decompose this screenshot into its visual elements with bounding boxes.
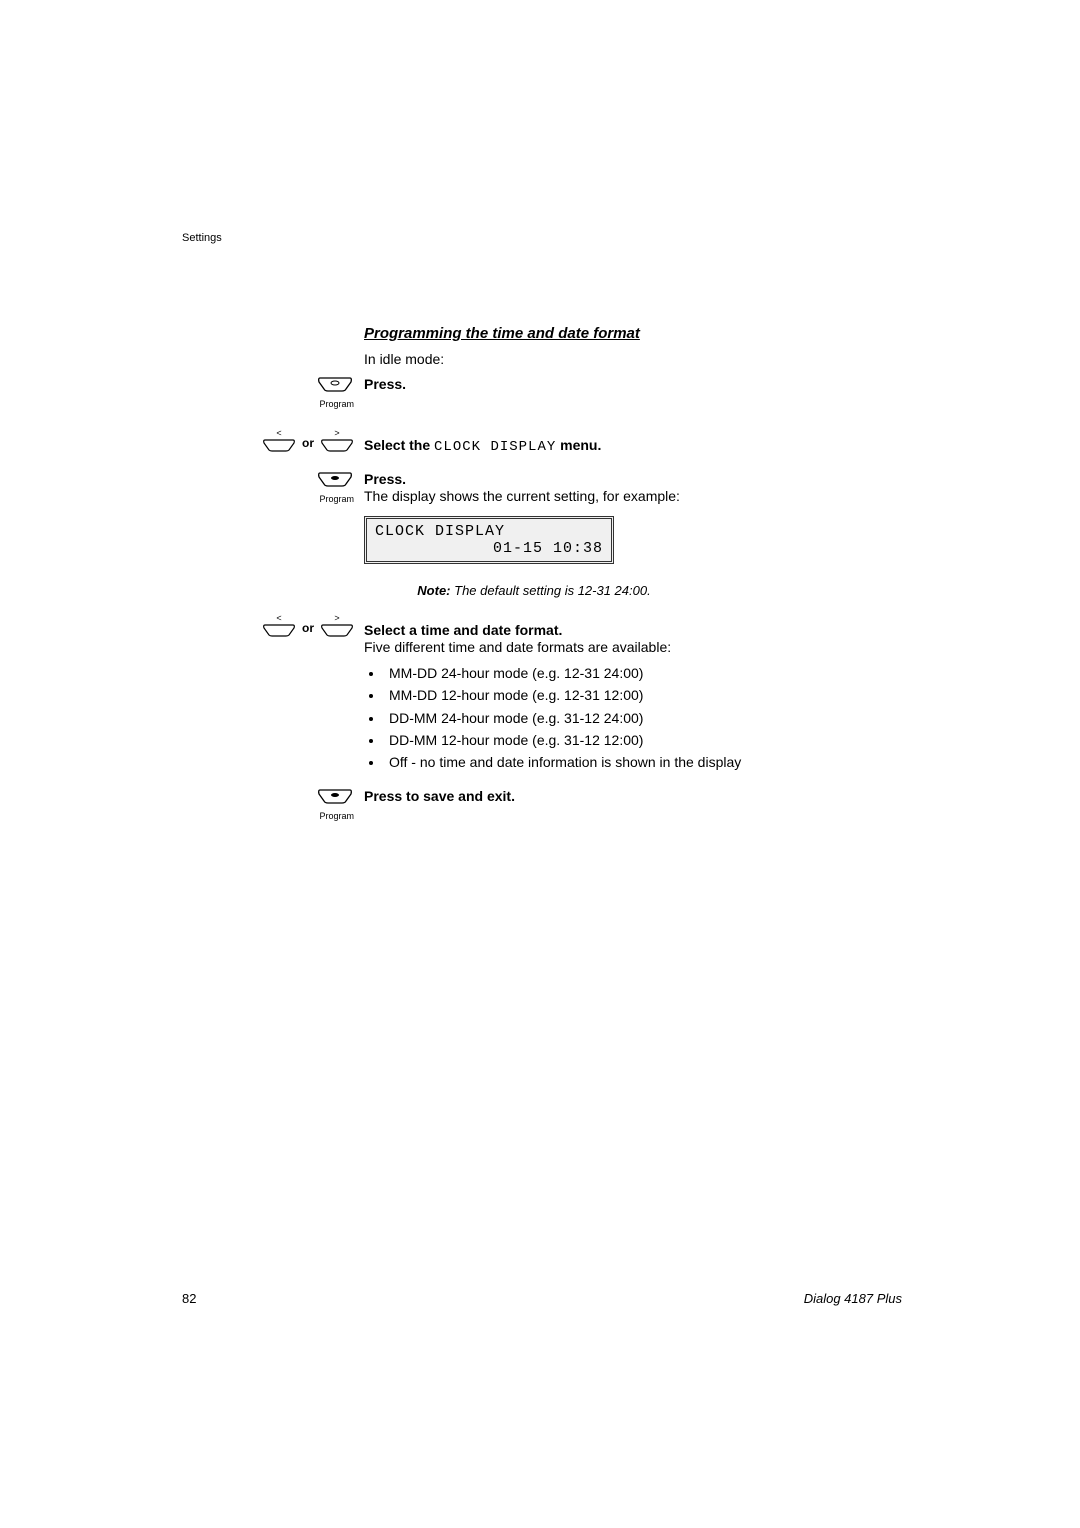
step1-action: Press.: [364, 376, 936, 392]
left-arrow-symbol-2: <: [262, 614, 296, 623]
program-button-icon: [316, 376, 354, 397]
program-label-3: Program: [319, 811, 354, 821]
step4-description: Five different time and date formats are…: [364, 638, 936, 658]
intro-text: In idle mode:: [364, 351, 444, 367]
step3-action: Press.: [364, 471, 936, 487]
list-item: MM-DD 12-hour mode (e.g. 12-31 12:00): [384, 684, 936, 706]
section-title: Programming the time and date format: [364, 325, 936, 342]
program-button-filled-icon-2: [316, 788, 354, 809]
lcd-display: CLOCK DISPLAY 01-15 10:38: [364, 516, 614, 564]
left-button-icon-2: [262, 623, 296, 637]
list-item: DD-MM 24-hour mode (e.g. 31-12 24:00): [384, 707, 936, 729]
step3-description: The display shows the current setting, f…: [364, 487, 936, 507]
note-label: Note:: [417, 583, 450, 598]
display-line1: CLOCK DISPLAY: [375, 523, 603, 540]
list-item: Off - no time and date information is sh…: [384, 751, 936, 773]
program-label: Program: [319, 399, 354, 409]
right-button-icon: [320, 438, 354, 452]
right-button-icon-2: [320, 623, 354, 637]
step2-menu: CLOCK DISPLAY: [434, 439, 556, 455]
step2-suffix: menu.: [556, 437, 601, 453]
or-separator-2: or: [302, 621, 314, 635]
display-line2: 01-15 10:38: [375, 540, 603, 557]
list-item: MM-DD 24-hour mode (e.g. 12-31 24:00): [384, 662, 936, 684]
right-arrow-symbol-2: >: [320, 614, 354, 623]
note-text: The default setting is 12-31 24:00.: [451, 583, 651, 598]
left-arrow-symbol: <: [262, 429, 296, 438]
program-label-2: Program: [319, 494, 354, 504]
format-list: MM-DD 24-hour mode (e.g. 12-31 24:00) MM…: [384, 662, 936, 774]
page-header-label: Settings: [182, 232, 222, 244]
note-block: Note: The default setting is 12-31 24:00…: [364, 582, 704, 600]
right-arrow-symbol: >: [320, 429, 354, 438]
left-button-icon: [262, 438, 296, 452]
or-separator: or: [302, 436, 314, 450]
page-footer: 82 Dialog 4187 Plus: [182, 1291, 902, 1306]
product-name: Dialog 4187 Plus: [804, 1291, 902, 1306]
main-content: Programming the time and date format In …: [236, 325, 936, 827]
nav-buttons-group: < or >: [262, 429, 354, 457]
step2-prefix: Select the: [364, 437, 434, 453]
step5-action: Press to save and exit.: [364, 788, 936, 804]
list-item: DD-MM 12-hour mode (e.g. 31-12 12:00): [384, 729, 936, 751]
nav-buttons-group-2: < or >: [262, 614, 354, 642]
program-button-filled-icon: [316, 471, 354, 492]
step4-action: Select a time and date format.: [364, 622, 936, 638]
page-number: 82: [182, 1291, 196, 1306]
